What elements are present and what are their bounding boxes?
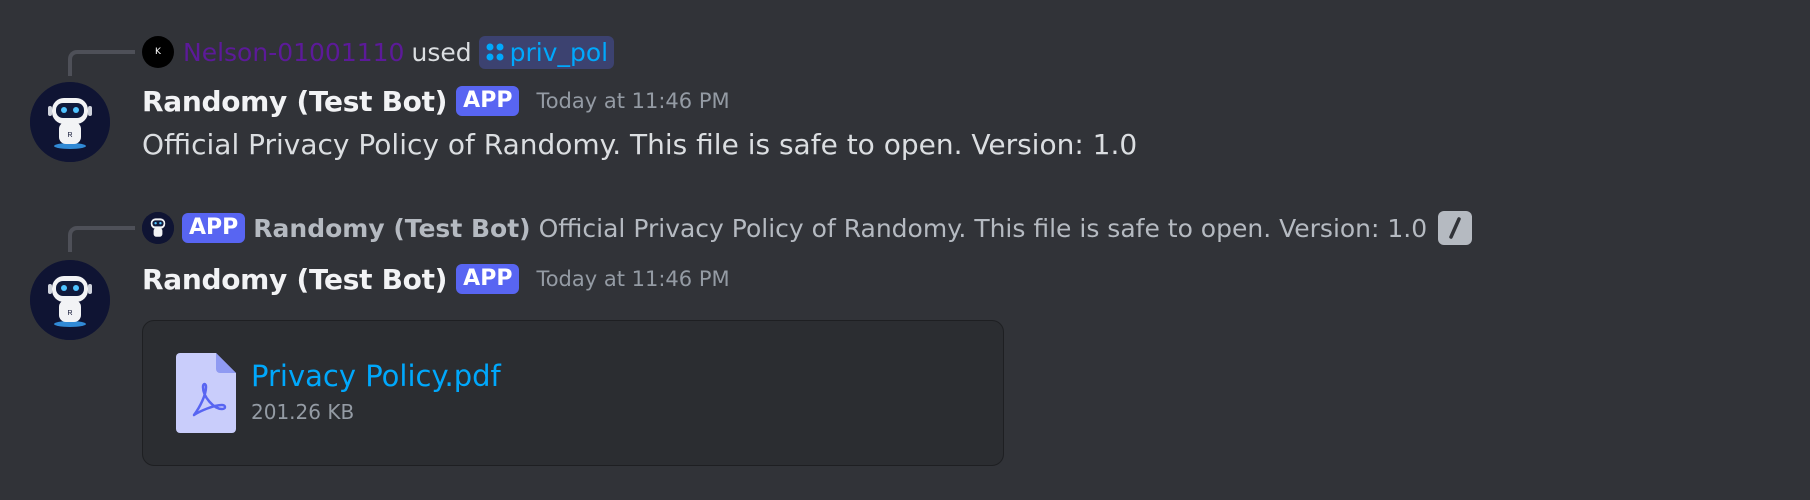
author-name[interactable]: Randomy (Test Bot) — [142, 85, 447, 118]
app-badge: APP — [182, 213, 246, 243]
timestamp[interactable]: Today at 11:46 PM — [536, 89, 729, 113]
pdf-file-icon — [176, 353, 236, 433]
message-text: Official Privacy Policy of Randomy. This… — [142, 127, 1138, 161]
file-attachment[interactable]: Privacy Policy.pdf 201.26 KB — [142, 320, 1004, 466]
reply-preview-text[interactable]: Official Privacy Policy of Randomy. This… — [539, 214, 1428, 243]
attachment-filename[interactable]: Privacy Policy.pdf — [251, 359, 501, 393]
reply-header[interactable]: APP Randomy (Test Bot) Official Privacy … — [142, 210, 1473, 246]
attachment-size: 201.26 KB — [251, 400, 355, 424]
bot-avatar[interactable]: R — [30, 82, 110, 162]
app-badge: APP — [456, 264, 520, 294]
timestamp[interactable]: Today at 11:46 PM — [536, 267, 729, 291]
message-header: Randomy (Test Bot) APP Today at 11:46 PM — [142, 82, 730, 120]
command-name: priv_pol — [509, 37, 609, 67]
app-badge: APP — [456, 86, 520, 116]
app-command-icon — [486, 43, 504, 61]
command-mention[interactable]: priv_pol — [478, 35, 615, 69]
svg-text:R: R — [67, 132, 72, 139]
svg-text:R: R — [67, 310, 72, 317]
reply-connector — [68, 226, 135, 252]
robot-icon: R — [30, 260, 110, 340]
reply-author-name[interactable]: Randomy (Test Bot) — [253, 214, 530, 243]
robot-icon: R — [30, 82, 110, 162]
invoker-avatar-letter: K — [155, 47, 161, 57]
invoker-name[interactable]: Nelson-01001110 — [183, 38, 404, 67]
author-name[interactable]: Randomy (Test Bot) — [142, 263, 447, 296]
bot-avatar[interactable]: R — [30, 260, 110, 340]
message-header: Randomy (Test Bot) APP Today at 11:46 PM — [142, 260, 730, 298]
reply-bot-avatar[interactable] — [142, 212, 174, 244]
used-label: used — [411, 37, 472, 67]
reply-header[interactable]: K Nelson-01001110 used priv_pol — [142, 34, 615, 70]
invoker-avatar[interactable]: K — [142, 36, 174, 68]
reply-connector — [68, 50, 135, 76]
slash-command-icon — [1438, 211, 1473, 245]
robot-icon — [142, 212, 174, 244]
message-content: Official Privacy Policy of Randomy. This… — [142, 124, 1137, 164]
